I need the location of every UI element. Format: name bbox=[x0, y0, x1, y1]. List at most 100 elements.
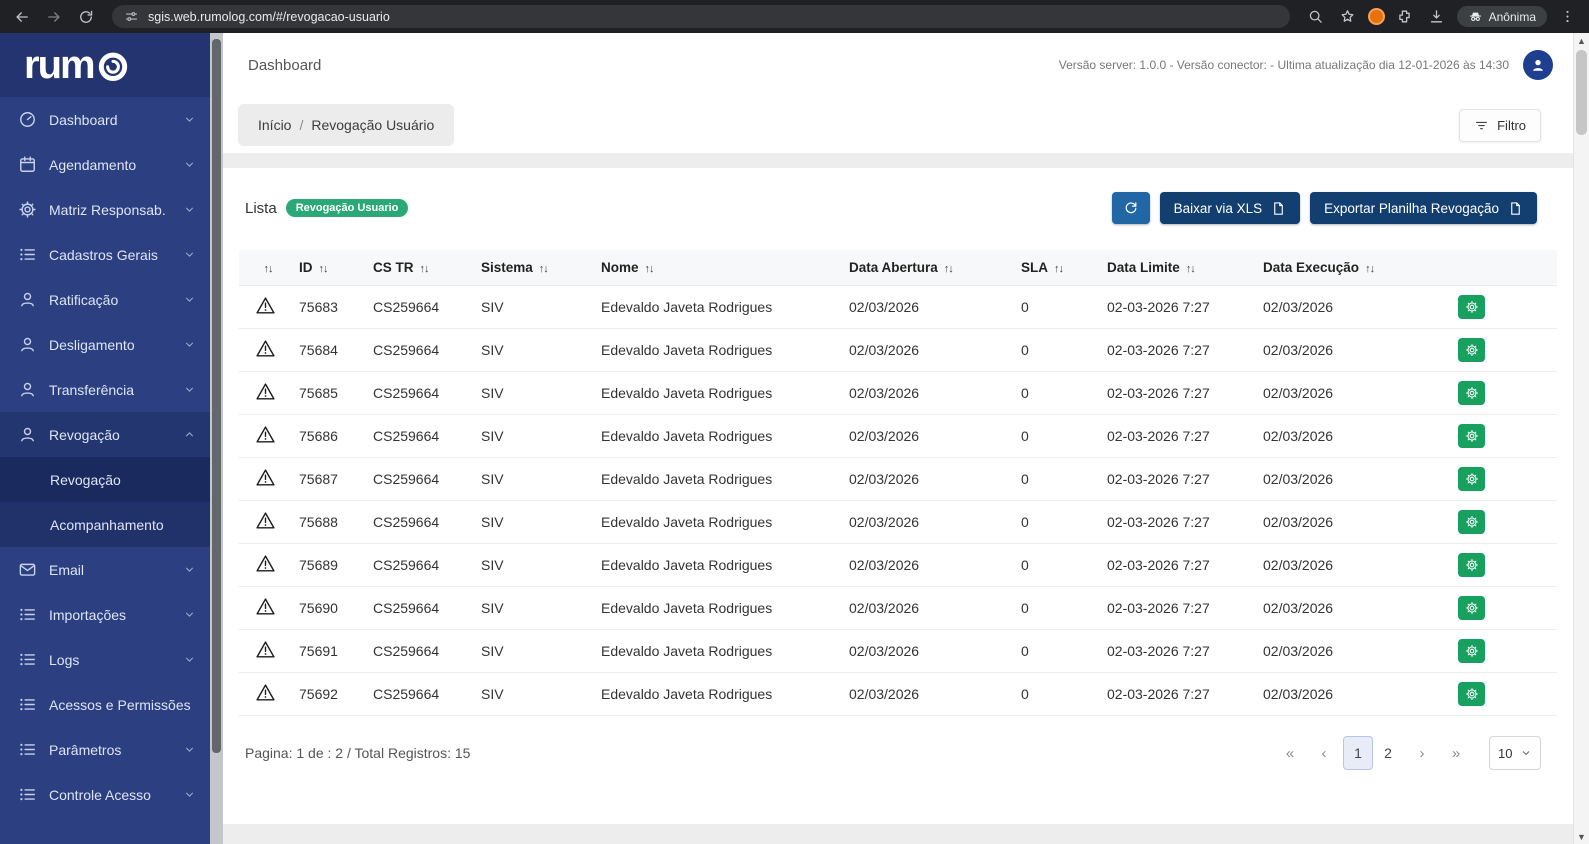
sidebar-item-label: Matriz Responsab. bbox=[49, 201, 166, 218]
cell-sla: 0 bbox=[1013, 500, 1099, 544]
breadcrumb-row: Início / Revogação Usuário Filtro bbox=[223, 97, 1573, 153]
sidebar: rum Dashboard Agendamento Matriz Responsab… bbox=[0, 33, 210, 844]
next-page-button[interactable]: › bbox=[1407, 736, 1437, 770]
page-scrollbar-track[interactable] bbox=[1574, 48, 1589, 829]
address-bar[interactable]: sgis.web.rumolog.com/#/revogacao-usuario bbox=[112, 5, 1290, 28]
chevron-down-icon bbox=[183, 158, 196, 171]
sidebar-item-label: Importações bbox=[49, 606, 127, 623]
table-row: 75690 CS259664 SIV Edevaldo Javeta Rodrigue… bbox=[239, 586, 1557, 630]
page-scrollbar-thumb[interactable] bbox=[1576, 50, 1587, 135]
cell-data-abertura: 02/03/2026 bbox=[841, 586, 1013, 630]
sidebar-item-cadastros-gerais[interactable]: Cadastros Gerais bbox=[0, 232, 210, 277]
column-header-id[interactable]: ID ↑↓ bbox=[291, 250, 365, 286]
column-header-sla[interactable]: SLA ↑↓ bbox=[1013, 250, 1099, 286]
column-header-sistema[interactable]: Sistema ↑↓ bbox=[473, 250, 593, 286]
sidebar-item-logs[interactable]: Logs bbox=[0, 637, 210, 682]
column-header-cs-tr[interactable]: CS TR ↑↓ bbox=[365, 250, 473, 286]
sidebar-item-acessos-e-permissoes[interactable]: Acessos e Permissões bbox=[0, 682, 210, 727]
sidebar-item-email[interactable]: Email bbox=[0, 547, 210, 592]
column-header-data-execucao[interactable]: Data Execução ↑↓ bbox=[1255, 250, 1423, 286]
sidebar-scrollbar-thumb[interactable] bbox=[212, 39, 221, 753]
cell-id: 75689 bbox=[291, 543, 365, 587]
export-label: Exportar Planilha Revogação bbox=[1324, 200, 1499, 216]
browser-forward-button[interactable] bbox=[42, 5, 66, 29]
sidebar-item-dashboard[interactable]: Dashboard bbox=[0, 97, 210, 142]
column-header-row-sort[interactable]: ↑↓ bbox=[239, 250, 291, 286]
column-header-nome[interactable]: Nome ↑↓ bbox=[593, 250, 841, 286]
table-row: 75689 CS259664 SIV Edevaldo Javeta Rodrigue… bbox=[239, 543, 1557, 587]
sidebar-item-desligamento[interactable]: Desligamento bbox=[0, 322, 210, 367]
column-header-data-limite[interactable]: Data Limite ↑↓ bbox=[1099, 250, 1255, 286]
breadcrumb-home-link[interactable]: Início bbox=[258, 117, 291, 133]
row-settings-button[interactable] bbox=[1458, 510, 1485, 534]
gear-icon bbox=[1465, 300, 1479, 314]
sort-icon: ↑↓ bbox=[419, 263, 430, 275]
page-buttons: 12 bbox=[1343, 736, 1403, 770]
column-header-actions bbox=[1423, 250, 1557, 286]
refresh-button[interactable] bbox=[1111, 192, 1150, 224]
download-xls-button[interactable]: Baixar via XLS bbox=[1159, 192, 1301, 224]
sidebar-item-agendamento[interactable]: Agendamento bbox=[0, 142, 210, 187]
bookmark-button[interactable] bbox=[1336, 5, 1360, 29]
row-settings-button[interactable] bbox=[1458, 553, 1485, 577]
search-icon bbox=[1307, 8, 1324, 25]
downloads-button[interactable] bbox=[1425, 5, 1449, 29]
browser-menu-button[interactable] bbox=[1555, 5, 1579, 29]
site-settings-icon[interactable] bbox=[124, 9, 139, 24]
top-header: Dashboard Versão server: 1.0.0 - Versão … bbox=[223, 33, 1573, 97]
list-icon bbox=[18, 695, 37, 714]
cell-sla: 0 bbox=[1013, 629, 1099, 673]
sidebar-item-controle-acesso[interactable]: Controle Acesso bbox=[0, 772, 210, 817]
cell-data-execucao: 02/03/2026 bbox=[1255, 500, 1423, 544]
list-icon bbox=[18, 245, 37, 264]
list-card: Lista Revogação Usuario Baixar via XLS E… bbox=[223, 168, 1573, 824]
sidebar-item-revogacao[interactable]: Revogação bbox=[0, 412, 210, 457]
sidebar-item-matriz-responsab[interactable]: Matriz Responsab. bbox=[0, 187, 210, 232]
export-spreadsheet-button[interactable]: Exportar Planilha Revogação bbox=[1310, 192, 1537, 224]
sidebar-item-ratificacao[interactable]: Ratificação bbox=[0, 277, 210, 322]
user-avatar[interactable] bbox=[1523, 50, 1553, 80]
zoom-button[interactable] bbox=[1304, 5, 1328, 29]
row-settings-button[interactable] bbox=[1458, 295, 1485, 319]
last-page-button[interactable]: » bbox=[1441, 736, 1471, 770]
page-scrollbar[interactable]: ▲ ▼ bbox=[1573, 33, 1589, 844]
sidebar-item-transferencia[interactable]: Transferência bbox=[0, 367, 210, 412]
row-settings-button[interactable] bbox=[1458, 682, 1485, 706]
person-icon bbox=[18, 380, 37, 399]
sidebar-subitem-revogacao[interactable]: Revogação bbox=[0, 457, 210, 502]
sidebar-item-parametros[interactable]: Parâmetros bbox=[0, 727, 210, 772]
gear-icon bbox=[1465, 343, 1479, 357]
rumo-logo[interactable]: rum bbox=[0, 33, 210, 97]
browser-back-button[interactable] bbox=[10, 5, 34, 29]
filter-button[interactable]: Filtro bbox=[1459, 108, 1541, 142]
row-settings-button[interactable] bbox=[1458, 338, 1485, 362]
page-size-select[interactable]: 10 bbox=[1489, 736, 1541, 770]
extension-icon-orange[interactable] bbox=[1367, 8, 1385, 25]
page-button-1[interactable]: 1 bbox=[1343, 736, 1373, 770]
row-settings-button[interactable] bbox=[1458, 467, 1485, 491]
cell-sla: 0 bbox=[1013, 328, 1099, 372]
sidebar-scrollbar[interactable] bbox=[210, 33, 223, 844]
row-settings-button[interactable] bbox=[1458, 424, 1485, 448]
cell-nome: Edevaldo Javeta Rodrigues bbox=[593, 586, 841, 630]
browser-reload-button[interactable] bbox=[74, 5, 98, 29]
breadcrumb-current: Revogação Usuário bbox=[311, 117, 435, 133]
sidebar-item-importacoes[interactable]: Importações bbox=[0, 592, 210, 637]
extensions-button[interactable] bbox=[1393, 5, 1417, 29]
row-settings-button[interactable] bbox=[1458, 596, 1485, 620]
cell-data-execucao: 02/03/2026 bbox=[1255, 457, 1423, 501]
scroll-down-arrow[interactable]: ▼ bbox=[1574, 829, 1589, 844]
row-settings-button[interactable] bbox=[1458, 639, 1485, 663]
previous-page-button[interactable]: ‹ bbox=[1309, 736, 1339, 770]
cell-sistema: SIV bbox=[473, 672, 593, 716]
row-settings-button[interactable] bbox=[1458, 381, 1485, 405]
sidebar-subitem-acompanhamento[interactable]: Acompanhamento bbox=[0, 502, 210, 547]
chevron-down-icon bbox=[183, 203, 196, 216]
cell-nome: Edevaldo Javeta Rodrigues bbox=[593, 328, 841, 372]
column-header-data-abertura[interactable]: Data Abertura ↑↓ bbox=[841, 250, 1013, 286]
cell-sistema: SIV bbox=[473, 629, 593, 673]
first-page-button[interactable]: « bbox=[1275, 736, 1305, 770]
page-button-2[interactable]: 2 bbox=[1373, 736, 1403, 770]
scroll-up-arrow[interactable]: ▲ bbox=[1574, 33, 1589, 48]
incognito-profile-badge[interactable]: Anônima bbox=[1456, 6, 1547, 27]
